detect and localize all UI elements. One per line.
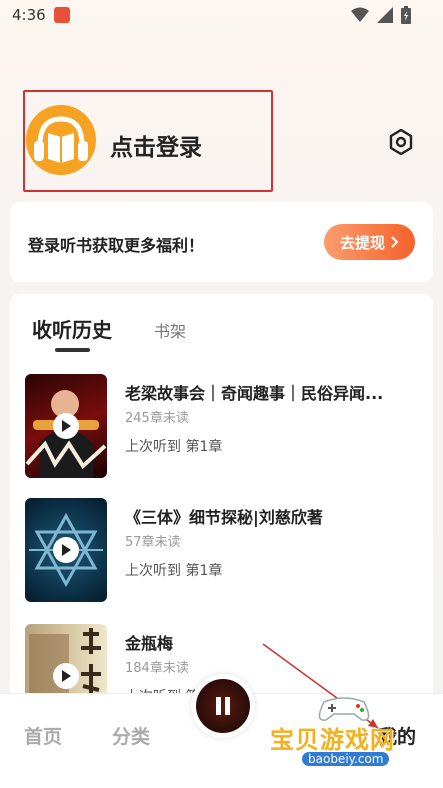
app-logo-avatar[interactable] — [26, 105, 96, 175]
withdraw-button-label: 去提现 — [339, 233, 385, 252]
status-bar: 4:36 — [0, 0, 443, 30]
mini-player-cover — [196, 679, 250, 733]
wifi-icon — [351, 7, 369, 22]
book-cover[interactable] — [25, 374, 107, 478]
tab-active-indicator — [55, 348, 90, 352]
promo-card: 登录听书获取更多福利！ 去提现 — [10, 202, 433, 282]
tab-bookshelf[interactable]: 书架 — [154, 318, 186, 342]
book-unread-count: 245章未读 — [125, 411, 189, 426]
chevron-right-icon — [391, 236, 399, 248]
pause-icon[interactable] — [215, 697, 231, 715]
book-last-listened: 上次听到 第1章 — [125, 563, 223, 579]
headphone-book-icon — [34, 116, 88, 163]
book-last-listened: 上次听到 第1章 — [125, 439, 223, 455]
promo-text: 登录听书获取更多福利！ — [28, 236, 205, 255]
book-title: 金瓶梅 — [125, 634, 174, 653]
history-item[interactable]: 老梁故事会｜奇闻趣事｜民俗异闻... 245章未读 上次听到 第1章 — [25, 374, 425, 478]
status-indicators — [351, 6, 411, 24]
mini-player[interactable] — [191, 674, 255, 738]
nav-mine[interactable]: 我的 — [378, 722, 416, 749]
nav-home[interactable]: 首页 — [24, 722, 62, 749]
play-icon[interactable] — [53, 537, 79, 563]
history-card: 收听历史 书架 老梁故事会｜奇闻趣事｜民俗异闻... 245章未读 上次听到 第… — [10, 294, 433, 714]
withdraw-button[interactable]: 去提现 — [324, 224, 415, 260]
play-icon[interactable] — [53, 663, 79, 689]
app-notification-icon — [54, 7, 70, 23]
login-button[interactable]: 点击登录 — [110, 128, 202, 162]
book-cover[interactable] — [25, 498, 107, 602]
play-icon[interactable] — [53, 413, 79, 439]
history-item[interactable]: 《三体》细节探秘|刘慈欣著 57章未读 上次听到 第1章 — [25, 498, 425, 602]
book-title: 《三体》细节探秘|刘慈欣著 — [125, 508, 323, 527]
tab-listening-history[interactable]: 收听历史 — [32, 314, 112, 343]
status-time: 4:36 — [12, 6, 46, 24]
book-unread-count: 57章未读 — [125, 535, 181, 550]
signal-icon — [377, 7, 393, 23]
book-unread-count: 184章未读 — [125, 661, 189, 676]
battery-icon — [401, 6, 411, 24]
settings-icon[interactable] — [388, 129, 414, 155]
nav-category[interactable]: 分类 — [112, 722, 150, 749]
book-title: 老梁故事会｜奇闻趣事｜民俗异闻... — [125, 384, 384, 403]
